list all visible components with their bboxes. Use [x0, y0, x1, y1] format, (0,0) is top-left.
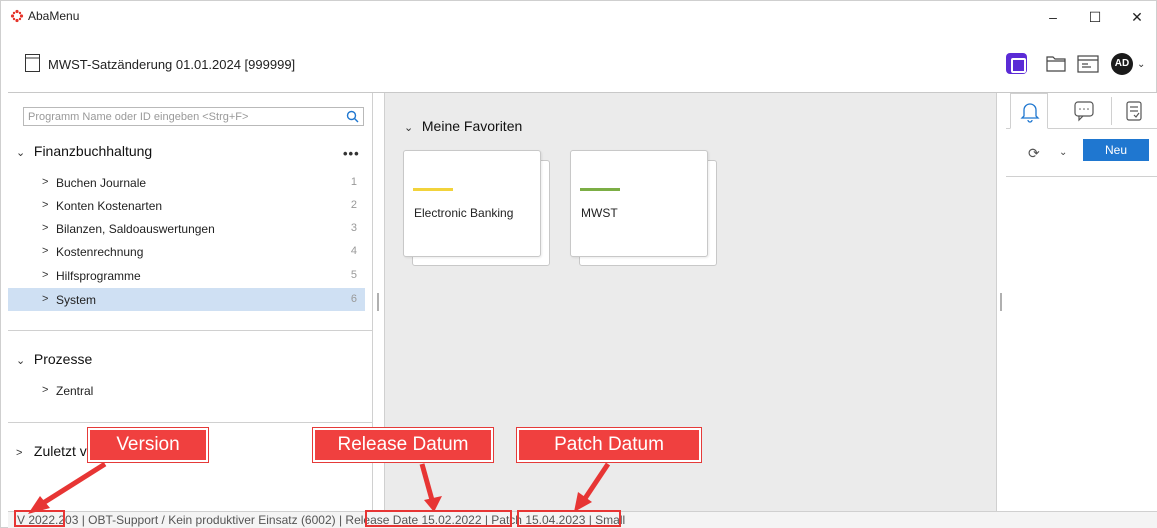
refresh-icon[interactable]: ⟳: [1028, 145, 1040, 162]
chevron-right-icon: >: [42, 176, 49, 188]
chat-icon: [1074, 101, 1094, 122]
chevron-right-icon: >: [42, 269, 49, 281]
user-avatar[interactable]: AD: [1111, 53, 1133, 75]
tile-label: Electronic Banking: [414, 206, 514, 220]
tab-comments[interactable]: [1064, 93, 1102, 129]
search-box[interactable]: [23, 107, 364, 126]
tile-label: MWST: [581, 206, 618, 220]
bell-icon: [1020, 103, 1040, 123]
tile-color-bar: [413, 188, 453, 191]
menu-item-label: Konten Kostenarten: [56, 199, 163, 213]
menu-item-number: 6: [350, 293, 357, 305]
tile-color-bar: [580, 188, 620, 191]
section-prozesse[interactable]: ⌄ Prozesse: [16, 351, 92, 367]
menu-item-label: Zentral: [56, 384, 94, 398]
section-label: Finanzbuchhaltung: [33, 143, 153, 159]
chevron-down-icon[interactable]: ⌄: [1137, 59, 1145, 70]
side-panel-divider: [1006, 176, 1157, 177]
side-panel: ⟳ ⌄ Neu: [1006, 93, 1157, 511]
menu-item-hilfsprogramme[interactable]: > Hilfsprogramme 5: [8, 264, 365, 287]
menu-item-label: System: [56, 293, 97, 307]
tab-tasks[interactable]: [1116, 93, 1154, 129]
chevron-down-icon[interactable]: ⌄: [284, 58, 292, 69]
chevron-down-icon: ⌄: [16, 355, 26, 367]
patch-arrow: [574, 462, 611, 512]
menu-item-konten-kostenarten[interactable]: > Konten Kostenarten 2: [8, 194, 365, 217]
version-callout: Version: [88, 428, 208, 462]
patch-date-callout: Patch Datum: [517, 428, 701, 462]
folder-icon[interactable]: [1046, 55, 1066, 72]
close-button[interactable]: ✕: [1117, 6, 1157, 28]
window-icon[interactable]: [1077, 55, 1099, 73]
favorite-tile-mwst[interactable]: MWST: [570, 150, 708, 257]
chevron-right-icon: >: [42, 245, 49, 257]
menu-item-number: 1: [350, 176, 357, 188]
tab-divider: [1111, 97, 1112, 125]
maximize-button[interactable]: ☐: [1075, 6, 1115, 28]
favorite-tile-electronic-banking[interactable]: Electronic Banking: [403, 150, 541, 257]
version-arrow: [28, 461, 107, 514]
menu-item-number: 3: [350, 222, 357, 234]
app-title: AbaMenu: [28, 9, 80, 23]
menu-item-kostenrechnung[interactable]: > Kostenrechnung 4: [8, 240, 365, 263]
section-label: Prozesse: [33, 351, 93, 367]
chevron-right-icon: >: [42, 199, 49, 211]
chevron-down-icon: ⌄: [16, 147, 26, 159]
left-splitter-handle[interactable]: [377, 293, 379, 311]
menu-item-label: Bilanzen, Saldoauswertungen: [56, 222, 215, 236]
title-bar: AbaMenu – ☐ ✕: [0, 0, 1157, 32]
app-launcher-icon[interactable]: [1006, 53, 1027, 74]
release-arrow: [419, 463, 442, 512]
side-panel-tabs: [1006, 93, 1157, 129]
menu-item-label: Kostenrechnung: [56, 245, 144, 259]
chevron-right-icon: >: [42, 222, 49, 234]
new-button[interactable]: Neu: [1083, 139, 1149, 161]
section-label: Zuletzt v: [33, 443, 87, 459]
section-finanzbuchhaltung[interactable]: ⌄ Finanzbuchhaltung: [16, 143, 152, 159]
chevron-right-icon: >: [16, 447, 23, 459]
checklist-icon: [1126, 101, 1142, 121]
menu-item-number: 5: [350, 269, 357, 281]
search-input[interactable]: [28, 110, 328, 124]
menu-item-number: 2: [350, 199, 357, 211]
menu-item-zentral[interactable]: > Zentral: [8, 379, 365, 402]
more-options-icon[interactable]: •••: [343, 146, 360, 161]
abacus-logo-icon: [10, 9, 24, 23]
menu-item-buchen-journale[interactable]: > Buchen Journale 1: [8, 171, 365, 194]
favorites-label: Meine Favoriten: [421, 118, 523, 134]
right-splitter-handle[interactable]: [1000, 293, 1002, 311]
chevron-right-icon: >: [42, 384, 49, 396]
search-icon[interactable]: [346, 110, 359, 123]
menu-item-bilanzen[interactable]: > Bilanzen, Saldoauswertungen 3: [8, 217, 365, 240]
tab-notifications[interactable]: [1010, 93, 1048, 129]
menu-item-label: Hilfsprogramme: [56, 269, 141, 283]
menu-item-label: Buchen Journale: [56, 176, 147, 190]
chevron-down-icon[interactable]: ⌄: [1059, 147, 1067, 158]
section-zuletzt[interactable]: > Zuletzt v: [16, 443, 87, 459]
release-date-callout: Release Datum: [313, 428, 493, 462]
chevron-down-icon: ⌄: [404, 122, 414, 134]
favorites-header[interactable]: ⌄ Meine Favoriten: [404, 118, 522, 134]
chevron-right-icon: >: [42, 293, 49, 305]
menu-item-number: 4: [350, 245, 357, 257]
menu-item-system[interactable]: > System 6: [8, 288, 365, 311]
document-title[interactable]: MWST-Satzänderung 01.01.2024 [999999]: [48, 57, 295, 72]
document-icon: [25, 54, 40, 72]
minimize-button[interactable]: –: [1033, 6, 1073, 28]
section-divider: [8, 330, 373, 331]
section-divider: [8, 422, 373, 423]
